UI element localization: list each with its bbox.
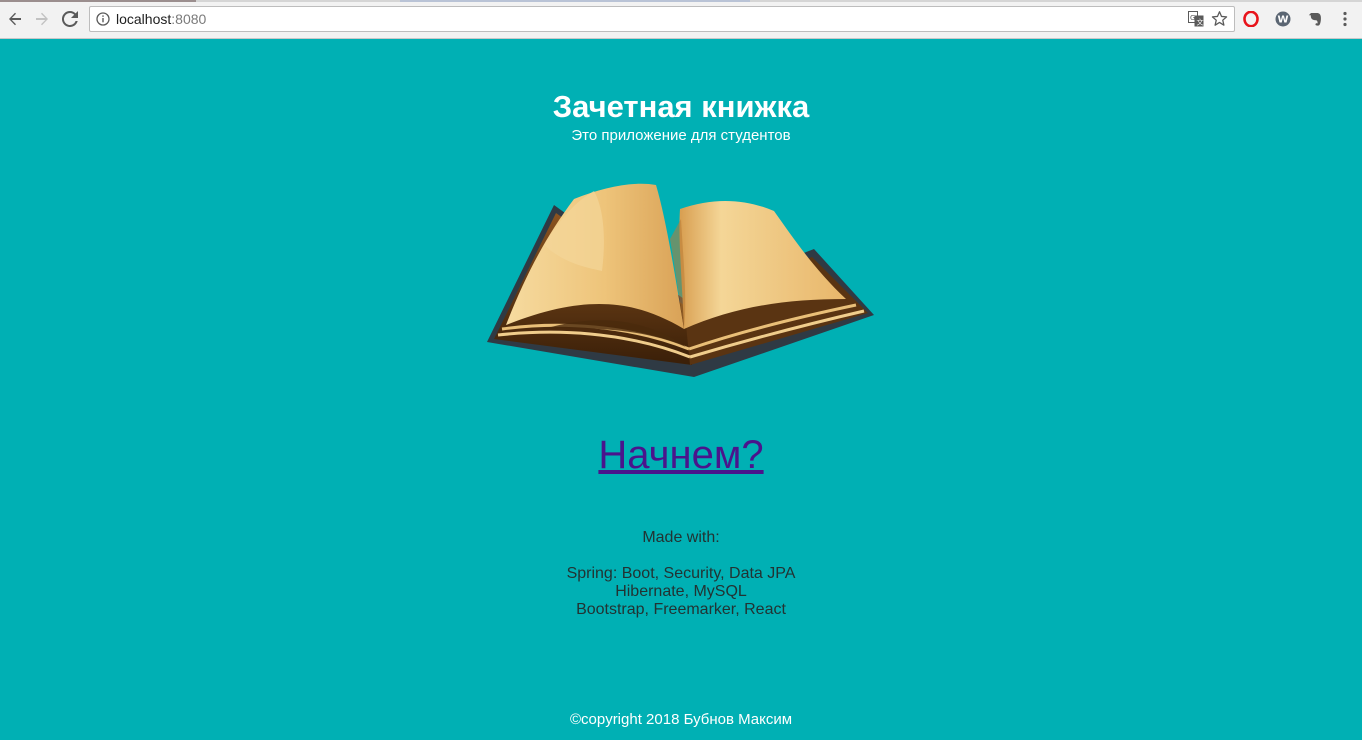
tech-stack-list: Spring: Boot, Security, Data JPA Hiberna…	[0, 565, 1362, 619]
info-icon[interactable]	[96, 12, 110, 26]
evernote-extension-button[interactable]	[1306, 10, 1324, 28]
url-text[interactable]: localhost:8080	[116, 11, 206, 27]
tech-line: Spring: Boot, Security, Data JPA	[566, 565, 796, 582]
browser-toolbar: localhost:8080 G 文 W	[0, 0, 1362, 39]
w-extension-icon: W	[1275, 11, 1291, 27]
open-book-image	[487, 183, 874, 377]
tab-strip	[0, 0, 1362, 2]
page-subtitle: Это приложение для студентов	[571, 127, 791, 144]
w-extension-button[interactable]: W	[1274, 10, 1292, 28]
svg-text:W: W	[1277, 15, 1288, 26]
svg-text:G: G	[1190, 14, 1195, 22]
evernote-icon	[1308, 13, 1321, 26]
url-port: :8080	[171, 11, 207, 27]
tech-line: Bootstrap, Freemarker, React	[576, 601, 786, 618]
browser-menu-button[interactable]	[1336, 10, 1354, 28]
inactive-tab[interactable]	[400, 0, 750, 2]
tech-line: Hibernate, MySQL	[615, 583, 747, 600]
page-content: Зачетная книжка Это приложение для студе…	[0, 39, 1362, 740]
star-icon[interactable]	[1211, 10, 1228, 27]
page-title: Зачетная книжка	[552, 89, 810, 124]
reload-button[interactable]	[59, 8, 81, 30]
back-arrow-icon	[9, 12, 21, 26]
translate-icon[interactable]: G 文	[1188, 11, 1204, 27]
active-tab[interactable]	[0, 0, 196, 2]
opera-icon	[1243, 11, 1259, 27]
menu-dots-icon	[1343, 11, 1347, 27]
made-with-label: Made with:	[642, 529, 720, 546]
start-link-text[interactable]: Начнем?	[598, 433, 763, 477]
opera-extension-button[interactable]	[1242, 10, 1260, 28]
back-button[interactable]	[4, 8, 26, 30]
start-link[interactable]: Начнем?	[0, 433, 1362, 478]
url-host: localhost	[116, 11, 172, 27]
footer-copyright: ©copyright 2018 Бубнов Максим	[569, 711, 793, 728]
address-bar[interactable]: localhost:8080 G 文	[89, 6, 1235, 32]
forward-button[interactable]	[31, 8, 53, 30]
svg-text:文: 文	[1197, 18, 1204, 27]
reload-icon	[62, 11, 78, 27]
forward-arrow-icon	[36, 12, 48, 26]
